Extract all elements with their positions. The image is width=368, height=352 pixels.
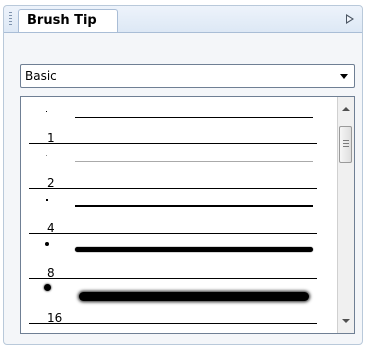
brush-size-label: 4 [47, 221, 55, 235]
thumb-grip-icon [343, 140, 349, 147]
brush-stroke-preview [75, 247, 313, 252]
brush-size-label: 8 [47, 266, 55, 280]
brush-dot-icon [45, 242, 49, 246]
chevron-down-icon[interactable] [340, 74, 348, 79]
panel-tab-strip: Brush Tip [4, 6, 362, 33]
flyout-arrow-icon[interactable] [346, 14, 354, 24]
brush-preset-select[interactable]: Basic [20, 64, 355, 88]
vertical-scrollbar[interactable] [337, 97, 354, 333]
brush-stroke-preview [79, 292, 309, 301]
brush-stroke-preview [75, 117, 313, 118]
brush-item-2[interactable]: 2 [29, 144, 317, 190]
brush-item-4[interactable]: 4 [29, 189, 317, 235]
scroll-up-arrow-icon[interactable] [342, 107, 350, 111]
brush-item-8[interactable]: 8 [29, 234, 317, 280]
brush-dot-icon [44, 284, 51, 291]
brush-size-label: 2 [47, 176, 55, 190]
brush-item-16[interactable]: 16 [29, 279, 317, 325]
brush-size-label: 16 [47, 311, 63, 325]
scroll-down-arrow-icon[interactable] [342, 319, 350, 323]
tab-brush-tip[interactable]: Brush Tip [18, 9, 118, 32]
brush-stroke-preview [75, 161, 313, 162]
brush-stroke-preview [75, 205, 313, 207]
brush-preset-value: Basic [25, 69, 57, 83]
scrollbar-thumb[interactable] [339, 126, 352, 163]
brush-tip-list[interactable]: 1 2 4 8 16 [20, 96, 355, 334]
brush-dot-icon [46, 199, 48, 201]
brush-dot-icon [46, 111, 47, 112]
brush-dot-icon [46, 155, 47, 156]
brush-size-label: 1 [47, 131, 55, 145]
panel-grip-handle[interactable] [9, 12, 12, 26]
brush-item-1[interactable]: 1 [29, 99, 317, 145]
